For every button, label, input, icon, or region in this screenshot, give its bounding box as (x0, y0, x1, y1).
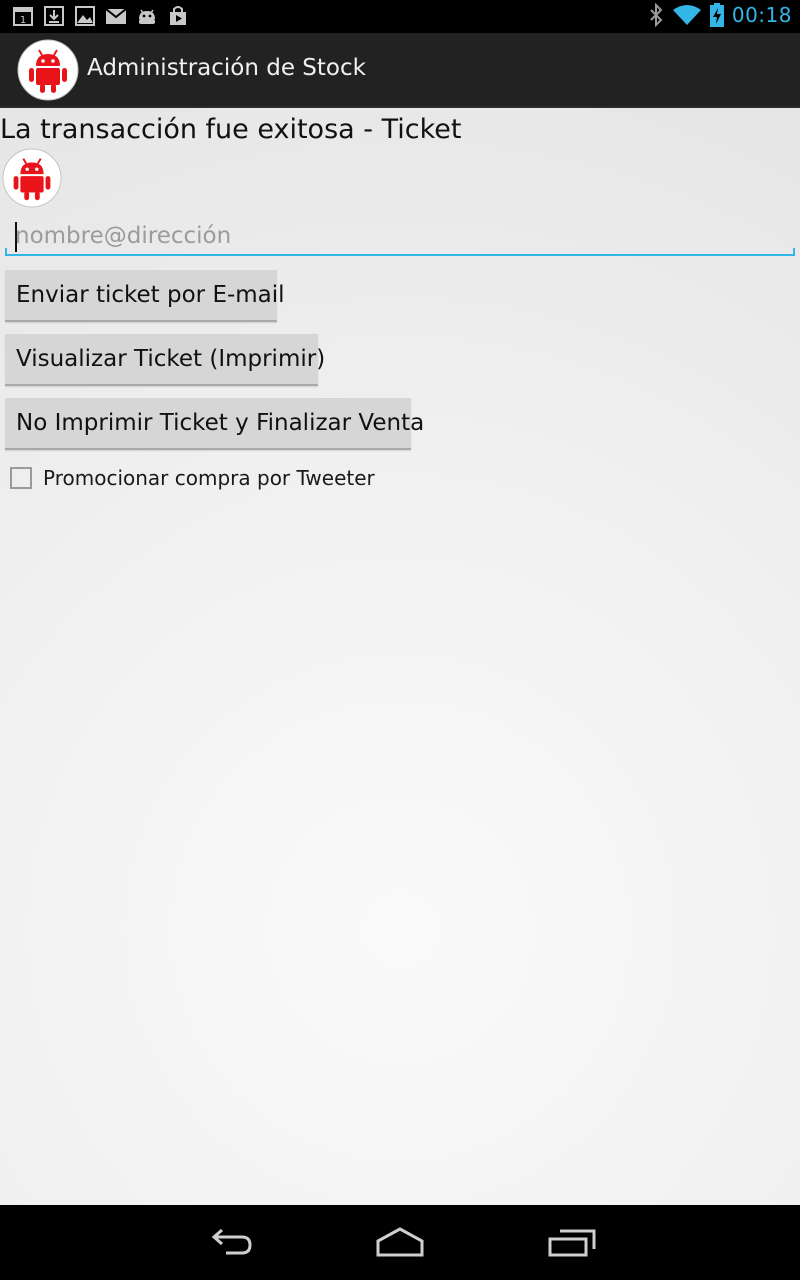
notification-icons: 1 (12, 5, 189, 27)
wifi-icon (672, 5, 701, 25)
finish-sale-button[interactable]: No Imprimir Ticket y Finalizar Venta (5, 398, 424, 450)
navigation-bar (0, 1205, 800, 1280)
tweet-checkbox-row[interactable]: Promocionar compra por Tweeter (10, 466, 375, 490)
page-title: La transacción fue exitosa - Ticket (0, 114, 462, 145)
home-icon[interactable] (372, 1225, 428, 1261)
recent-apps-icon[interactable] (544, 1225, 600, 1261)
svg-text:1: 1 (20, 15, 26, 26)
tweet-checkbox[interactable] (10, 467, 32, 489)
play-store-icon (170, 6, 186, 25)
system-icons: 00:18 (648, 3, 792, 27)
gallery-icon (75, 6, 95, 26)
main-content: La transacción fue exitosa - Ticket Envi… (0, 108, 800, 1205)
tweet-checkbox-label[interactable]: Promocionar compra por Tweeter (43, 466, 375, 490)
email-input[interactable] (5, 216, 795, 256)
download-icon (44, 6, 64, 26)
app-title: Administración de Stock (87, 55, 366, 81)
action-bar: Administración de Stock (0, 33, 800, 108)
email-field[interactable] (5, 216, 795, 260)
view-ticket-button[interactable]: Visualizar Ticket (Imprimir) (5, 334, 325, 386)
email-field-underline (5, 248, 795, 256)
send-email-button[interactable]: Enviar ticket por E-mail (5, 270, 285, 322)
text-cursor (15, 222, 17, 252)
back-icon[interactable] (202, 1225, 258, 1261)
gmail-icon (105, 8, 127, 24)
calendar-icon: 1 (13, 7, 33, 26)
android-robot-icon[interactable] (17, 39, 79, 101)
battery-charging-icon (709, 3, 724, 27)
status-bar: 1 00:18 (0, 0, 800, 33)
android-robot-icon (2, 148, 62, 208)
bluetooth-icon (650, 3, 663, 27)
android-debug-icon (139, 9, 155, 24)
clock: 00:18 (731, 3, 792, 27)
